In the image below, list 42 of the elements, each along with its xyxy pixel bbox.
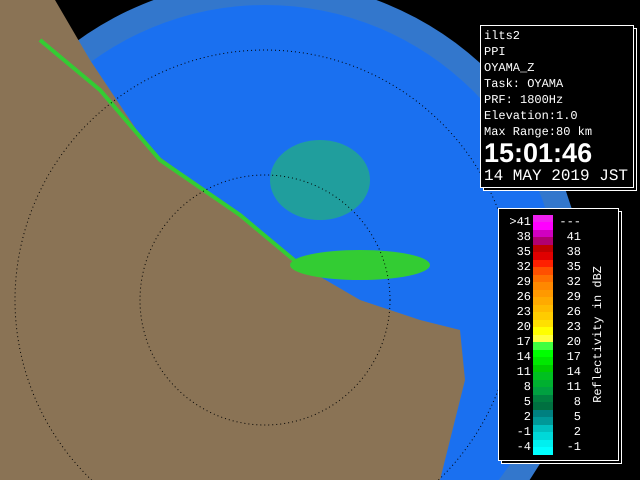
legend-label: 29 <box>566 290 581 304</box>
legend-label: 2 <box>522 410 532 424</box>
legend-label: 41 <box>566 230 581 244</box>
legend-label: 11 <box>516 365 532 379</box>
legend-label: 14 <box>566 365 581 379</box>
info-text: ilts2 <box>484 28 522 44</box>
legend-label: 2 <box>572 425 581 439</box>
legend-label: 32 <box>566 275 581 289</box>
legend-label: 38 <box>566 245 581 259</box>
info-text: PRF: 1800Hz <box>484 92 564 108</box>
legend-label: >41 <box>508 215 532 229</box>
legend-label: 20 <box>516 320 532 334</box>
legend-label: -4 <box>516 440 532 454</box>
legend-label: 26 <box>566 305 581 319</box>
info-text: Max Range:80 km <box>484 124 594 140</box>
info-text: OYAMA_Z <box>484 60 536 76</box>
legend-label: 17 <box>516 335 532 349</box>
legend-label: 5 <box>522 395 532 409</box>
legend-label: --- <box>558 215 581 229</box>
legend-label: 8 <box>522 380 532 394</box>
info-text: Task: OYAMA <box>484 76 564 92</box>
date-text: 14 MAY 2019 JST <box>484 166 630 186</box>
time-text: 15:01:46 <box>484 140 594 166</box>
legend-label: 23 <box>566 320 581 334</box>
legend-label: -1 <box>566 440 581 454</box>
legend-label: 11 <box>566 380 581 394</box>
info-text: PPI <box>484 44 507 60</box>
legend-label: 35 <box>516 245 532 259</box>
legend-label: 20 <box>566 335 581 349</box>
info-text: Elevation:1.0 <box>484 108 579 124</box>
legend-label: 8 <box>572 395 581 409</box>
legend-label: -1 <box>516 425 532 439</box>
legend-label: 23 <box>516 305 532 319</box>
legend-title: Reflectivity in dBZ <box>591 266 605 403</box>
legend-label: 26 <box>516 290 532 304</box>
legend-label: 17 <box>566 350 581 364</box>
legend-label: 14 <box>516 350 532 364</box>
legend-label: 32 <box>516 260 532 274</box>
legend-label: 35 <box>566 260 581 274</box>
legend-label: 5 <box>572 410 581 424</box>
legend-label: 38 <box>516 230 532 244</box>
legend-label: 29 <box>516 275 532 289</box>
